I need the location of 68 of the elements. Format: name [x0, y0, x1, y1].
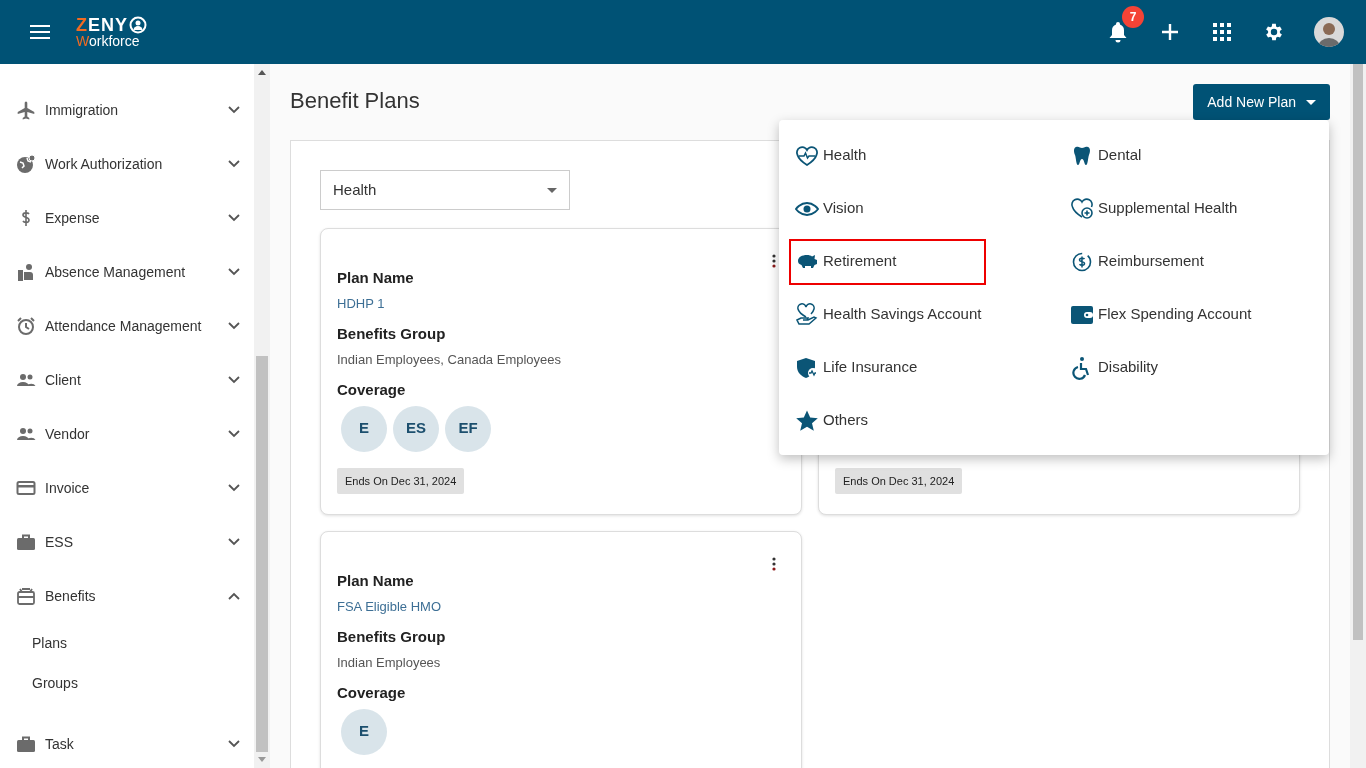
- shield-icon: [795, 355, 819, 380]
- menu-item[interactable]: Dental: [1064, 132, 1152, 179]
- sidebar-item[interactable]: ESS: [0, 515, 254, 569]
- sidebar-item[interactable]: Vendor: [0, 407, 254, 461]
- field-label: Plan Name: [337, 571, 415, 591]
- scrollbar-thumb[interactable]: [256, 356, 268, 752]
- sidebar-item[interactable]: Work Authorization: [0, 137, 254, 191]
- caret-icon: [547, 187, 557, 193]
- menu-item[interactable]: Others: [789, 397, 878, 444]
- sidebar-item[interactable]: Immigration: [0, 83, 254, 137]
- menu-item[interactable]: Life Insurance: [789, 344, 928, 391]
- field-label: Coverage: [337, 683, 407, 703]
- sidebar-item[interactable]: Benefits: [0, 569, 254, 623]
- plane-icon: [16, 100, 36, 120]
- menu-item[interactable]: Vision: [789, 185, 874, 232]
- apps-grid-icon[interactable]: [1210, 20, 1234, 44]
- menu-item[interactable]: Health: [789, 132, 877, 179]
- menu-item[interactable]: Retirement: [789, 238, 986, 285]
- hand-heart-icon: [795, 302, 819, 327]
- menu-item[interactable]: Supplemental Health: [1064, 185, 1248, 232]
- logo: ZENY Workforce: [76, 16, 147, 48]
- field-label: Plan Name: [337, 268, 415, 288]
- briefcase-icon: [16, 532, 36, 552]
- field-label: Coverage: [337, 380, 407, 400]
- more-icon[interactable]: [771, 253, 777, 269]
- scrollbar[interactable]: [254, 64, 270, 768]
- person-icon: [16, 262, 36, 282]
- menu-item[interactable]: Health Savings Account: [789, 291, 992, 338]
- scrollbar[interactable]: [1350, 64, 1366, 768]
- coverage-badge: ES: [393, 405, 439, 452]
- caret-icon: [1306, 99, 1316, 105]
- plan-name: FSA Eligible HMO: [337, 597, 443, 616]
- add-new-plan-button[interactable]: Add New Plan: [1193, 84, 1330, 120]
- more-icon[interactable]: [771, 556, 777, 572]
- scroll-up-icon[interactable]: [258, 70, 266, 75]
- alarm-clock-icon: [16, 316, 36, 336]
- gift-icon: [16, 586, 36, 606]
- page-title: Benefit Plans: [290, 88, 420, 115]
- briefcase-icon: [16, 734, 36, 754]
- heart-pulse-icon: [795, 143, 819, 168]
- credit-card-icon: [16, 478, 36, 498]
- notification-count: 7: [1122, 6, 1144, 28]
- heart-plus-icon: [1070, 196, 1094, 221]
- benefits-group: Indian Employees: [337, 652, 785, 672]
- coverage-badge: EF: [445, 405, 491, 452]
- menu-item[interactable]: Flex Spending Account: [1064, 291, 1262, 338]
- coverage-badge: E: [341, 405, 387, 452]
- menu-item[interactable]: Reimbursement: [1064, 238, 1214, 285]
- plan-name: HDHP 1: [337, 294, 386, 313]
- sidebar-item[interactable]: Absence Management: [0, 245, 254, 299]
- coverage-badge: E: [341, 708, 387, 755]
- sidebar-item[interactable]: Attendance Management: [0, 299, 254, 353]
- scrollbar-thumb[interactable]: [1353, 64, 1363, 640]
- field-label: Benefits Group: [337, 324, 447, 344]
- plan-type-select[interactable]: Health: [320, 170, 570, 210]
- avatar[interactable]: [1314, 17, 1344, 47]
- submenu-item[interactable]: Plans: [0, 623, 254, 663]
- field-label: Benefits Group: [337, 627, 447, 647]
- sidebar-item[interactable]: Invoice: [0, 461, 254, 515]
- end-date-tag: Ends On Dec 31, 2024: [337, 467, 465, 494]
- globe-icon: [16, 154, 36, 174]
- menu-item[interactable]: Disability: [1064, 344, 1168, 391]
- submenu-item[interactable]: Groups: [0, 663, 254, 703]
- sidebar-item[interactable]: Expense: [0, 191, 254, 245]
- end-date-tag: Ends On Dec 31, 2024: [835, 467, 963, 494]
- benefits-group: Indian Employees, Canada Employees: [337, 349, 785, 369]
- sidebar-item[interactable]: Client: [0, 353, 254, 407]
- sidebar-item[interactable]: Task: [0, 717, 254, 768]
